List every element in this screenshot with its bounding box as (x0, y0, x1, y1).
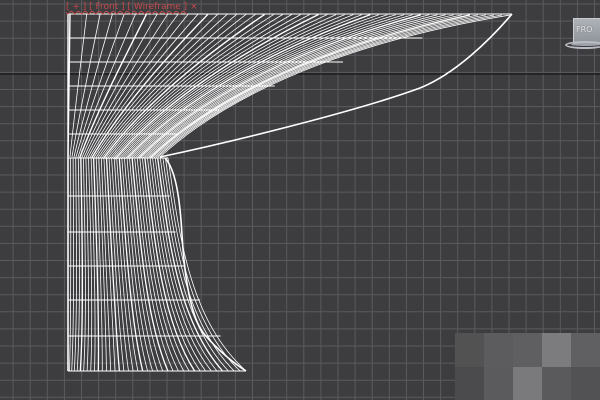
thumbnail-cell (542, 333, 571, 367)
thumbnail-cell (455, 333, 484, 367)
wire-edge-lower (69, 157, 72, 372)
front-wireframe-viewport[interactable]: [ + ] [ Front ] [ Wireframe ] × FRO (0, 0, 600, 400)
wire-edge-lower (85, 157, 89, 372)
thumbnail-cell (513, 366, 542, 400)
thumbnail-cell (484, 333, 513, 367)
wire-edge-lower (76, 157, 80, 372)
wire-edge-lower (83, 157, 86, 372)
thumbnail-cell (484, 366, 513, 400)
viewport-close-icon[interactable]: × (190, 2, 198, 12)
view-cube-face-label[interactable]: FRO (576, 25, 592, 34)
wire-edge-lower (167, 157, 247, 372)
thumbnail-cell (455, 366, 484, 400)
viewport-label-text[interactable]: [ + ] [ Front ] [ Wireframe ] (66, 2, 187, 12)
wire-edge-lower (71, 157, 75, 372)
viewport-label[interactable]: [ + ] [ Front ] [ Wireframe ] × (66, 2, 198, 12)
thumbnail-cell (513, 333, 542, 367)
wire-edge-lower (73, 157, 77, 372)
pixelated-thumbnail (455, 333, 600, 400)
thumbnail-cell (571, 366, 600, 400)
wire-edge-lower (162, 157, 235, 372)
thumbnail-cell (571, 333, 600, 367)
wire-edge-lower (111, 157, 129, 372)
wire-edge-lower (88, 157, 93, 372)
thumbnail-cell (542, 366, 571, 400)
view-cube-compass-ring[interactable] (565, 41, 600, 49)
